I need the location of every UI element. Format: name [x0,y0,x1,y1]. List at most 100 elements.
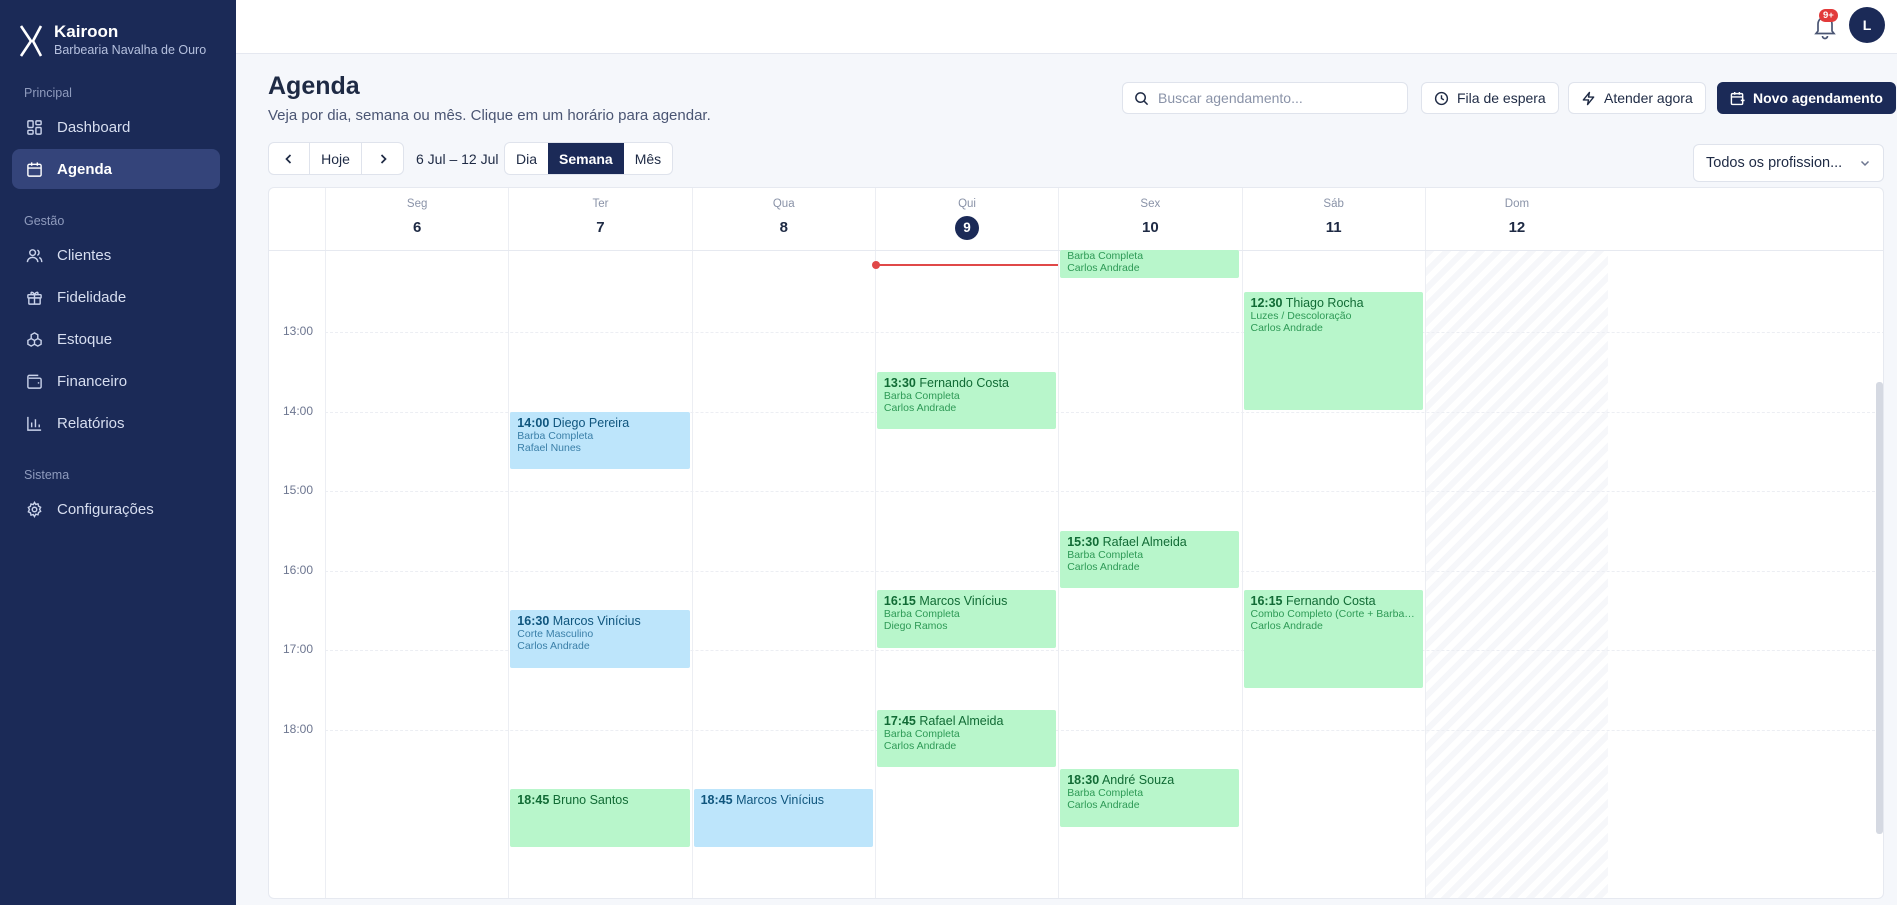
day-header[interactable]: Dom 12 [1424,188,1608,250]
sidebar-item-relatorios[interactable]: Relatórios [12,403,220,443]
appointment-time: 16:15 [883,594,916,609]
appointment-time: 18:45 [517,793,550,808]
appointment-title: 16:30 Marcos Vinícius [517,614,682,628]
date-nav-group: Hoje [268,142,404,175]
appointment-time: 16:15 [1250,594,1283,609]
new-appointment-button[interactable]: Novo agendamento [1717,82,1896,114]
appointment-title: 13:30 Fernando Costa [884,376,1049,390]
day-column[interactable] [325,251,508,898]
appointment-title: 16:15 Fernando Costa [1251,594,1416,608]
day-name: Sáb [1323,198,1344,210]
appointment-service: Corte Masculino [517,628,594,641]
kairoon-logo-icon [19,25,43,57]
appointment-card[interactable]: 16:15 Marcos Vinícius Barba Completa Diego… [876,590,1057,648]
appointment-time: 12:30 [1250,296,1283,311]
day-number: 9 [955,216,980,240]
day-header[interactable]: Seg 6 [325,188,508,250]
appointment-card[interactable]: 15:30 Rafael Almeida Barba Completa Carlos… [1060,530,1240,589]
appointment-card[interactable]: 17:45 Rafael Almeida Barba Completa Carlos… [876,709,1057,768]
appointment-service: Barba Completa [883,727,960,740]
search-box[interactable]: Buscar agendamento... [1122,82,1408,114]
notification-badge: 9+ [1819,9,1838,22]
appointment-card[interactable]: 18:30 André Souza Barba Completa Carlos An… [1060,769,1240,827]
appointment-time: 16:30 [517,614,550,629]
chevron-left-icon [285,153,292,164]
appointment-time: 13:30 [883,375,916,390]
day-header[interactable]: Sáb 11 [1241,188,1425,250]
attend-now-button[interactable]: Atender agora [1568,82,1706,114]
day-column[interactable] [1424,251,1609,898]
dashboard-grid-icon [27,119,42,135]
appointment-title: 18:45 Bruno Santos [517,793,682,807]
appointment-client: Marcos Vinícius [552,614,641,629]
day-column[interactable] [874,251,1058,898]
boxes-icon [27,331,42,347]
nav-section-sistema: Sistema [24,468,70,482]
day-header[interactable]: Qua 8 [691,188,875,250]
brand[interactable]: Kairoon Barbearia Navalha de Ouro [18,22,206,58]
chevron-down-icon [1860,160,1870,167]
sidebar-item-configuracoes[interactable]: Configurações [12,489,220,529]
appointment-title: 16:15 Marcos Vinícius [884,594,1049,608]
day-header[interactable]: Qui 9 [874,188,1058,250]
appointment-service: Barba Completa [883,389,960,402]
sidebar-item-estoque[interactable]: Estoque [12,319,220,359]
appointment-card[interactable]: 16:15 Fernando Costa Combo Completo (Cort… [1243,590,1423,688]
search-input[interactable]: Buscar agendamento... [1158,90,1303,106]
chevron-right-icon [380,153,387,164]
sidebar-item-clientes[interactable]: Clientes [12,235,220,275]
appointment-title: 18:30 André Souza [1067,773,1232,787]
appointment-professional: Diego Ramos [883,620,948,633]
sidebar-item-agenda[interactable]: Agenda [12,149,220,189]
appointment-card[interactable]: 18:45 Marcos Vinícius [693,789,873,847]
sidebar-item-label: Configurações [57,500,154,518]
appointment-card[interactable]: 12:30 Thiago Rocha Luzes / Descoloração Ca… [1243,292,1423,410]
professional-filter-select[interactable]: Todos os profission... [1693,144,1884,182]
appointment-title: 15:30 Rafael Almeida [1067,535,1232,549]
sidebar-item-fidelidade[interactable]: Fidelidade [12,277,220,317]
day-name: Seg [406,198,428,210]
users-icon [26,248,43,262]
sidebar: Kairoon Barbearia Navalha de Ouro Princi… [0,0,236,905]
page-title: Agenda [268,72,360,100]
view-week-button[interactable]: Semana [548,143,624,174]
calendar-scrollbar[interactable] [1876,382,1883,834]
appointment-professional: Carlos Andrade [1067,799,1140,812]
next-week-button[interactable] [362,143,403,174]
prev-week-button[interactable] [269,143,310,174]
appointment-client: Fernando Costa [1285,594,1376,609]
appointment-professional: Carlos Andrade [883,739,957,752]
appointment-client: Rafael Almeida [1102,534,1187,549]
view-month-button[interactable]: Mês [624,143,672,174]
attend-now-label: Atender agora [1604,90,1693,106]
day-name: Dom [1504,198,1530,210]
hour-label: 14:00 [283,403,314,418]
today-button[interactable]: Hoje [310,143,362,174]
appointment-time: 14:00 [517,415,550,430]
sidebar-item-financeiro[interactable]: Financeiro [12,361,220,401]
appointment-title: 18:45 Marcos Vinícius [701,793,866,807]
appointment-card[interactable]: 18:45 Bruno Santos [510,789,690,847]
day-number: 11 [1325,219,1342,236]
appointment-client: André Souza [1101,773,1175,788]
appointment-client: Bruno Santos [552,793,629,808]
day-header[interactable]: Sex 10 [1058,188,1241,250]
date-range-label: 6 Jul – 12 Jul [416,151,499,167]
sidebar-item-dashboard[interactable]: Dashboard [12,107,220,147]
view-day-button[interactable]: Dia [505,143,548,174]
appointment-professional: Carlos Andrade [883,401,957,414]
appointment-card[interactable]: 14:00 Diego Pereira Barba Completa Rafael … [510,411,690,470]
appointment-card[interactable]: 13:30 Fernando Costa Barba Completa Carlos… [876,371,1057,430]
waitlist-button[interactable]: Fila de espera [1421,82,1559,114]
hour-label: 13:00 [283,324,314,338]
hour-label: 15:00 [283,483,314,497]
day-header[interactable]: Ter 7 [508,188,691,250]
waitlist-label: Fila de espera [1457,90,1546,106]
appointment-card[interactable]: 16:30 Marcos Vinícius Corte Masculino Carl… [510,610,690,668]
sidebar-item-label: Agenda [57,160,113,178]
nav-section-principal: Principal [24,86,72,100]
avatar[interactable]: L [1849,7,1885,43]
day-name: Sex [1140,198,1161,210]
appointment-title: 12:30 Thiago Rocha [1251,296,1416,310]
appointment-card[interactable]: Barba Completa Carlos Andrade [1060,250,1240,278]
